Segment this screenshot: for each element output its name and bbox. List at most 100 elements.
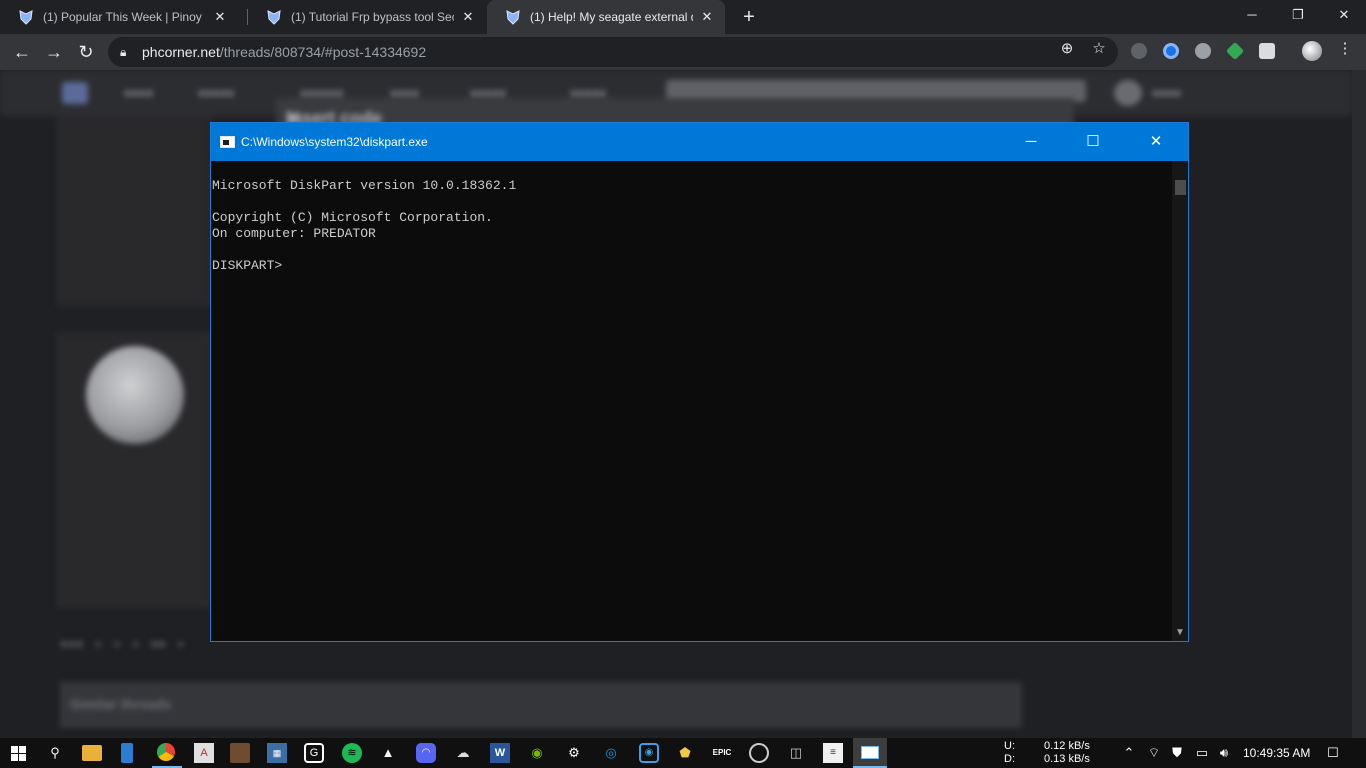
chevron-up-icon[interactable]: ⌃ (1121, 745, 1137, 761)
browser-tab-strip: (1) Popular This Week | Pinoy Inte ✕ (1)… (0, 0, 1366, 34)
g-app-icon[interactable]: G (304, 743, 324, 763)
notification-icon[interactable]: ☐ (1325, 745, 1341, 761)
browser-tab-3-active[interactable]: (1) Help! My seagate external dri ✕ (487, 0, 725, 34)
close-tab-icon[interactable]: ✕ (699, 9, 715, 25)
sync-extension-icon[interactable] (1163, 43, 1179, 59)
share-buttons-row: ■■■ ● ● ● ■■ ● (60, 636, 185, 651)
browser-tab-1[interactable]: (1) Popular This Week | Pinoy Inte ✕ (0, 0, 238, 34)
spotify-icon[interactable]: ≋ (342, 743, 362, 763)
upload-label: U: (1004, 740, 1015, 752)
pdf-reader-icon[interactable]: A (194, 743, 214, 763)
net-labels: U: D: (1004, 740, 1015, 766)
console-app-icon (220, 136, 235, 148)
console-title: C:\Windows\system32\diskpart.exe (241, 135, 428, 149)
calculator-app-icon[interactable]: ▦ (267, 743, 287, 763)
console-minimize-button[interactable]: ─ (1008, 123, 1054, 161)
download-label: D: (1004, 753, 1015, 765)
browser-close-button[interactable]: ✕ (1321, 0, 1366, 30)
image-extension-icon[interactable] (1259, 43, 1275, 59)
shield-icon[interactable]: ⛊ (1169, 745, 1185, 761)
download-speed: 0.13 kB/s (1044, 753, 1090, 765)
console-output[interactable]: Microsoft DiskPart version 10.0.18362.1 … (211, 161, 1173, 641)
browser-tab-2[interactable]: (1) Tutorial Frp bypass tool Secre ✕ (248, 0, 486, 34)
close-tab-icon[interactable]: ✕ (460, 9, 476, 25)
bookmark-star-icon[interactable]: ☆ (1090, 40, 1108, 58)
word-icon[interactable]: W (490, 743, 510, 763)
back-arrow-icon[interactable]: ← (10, 40, 34, 64)
address-bar[interactable]: 🔒︎ phcorner.net/threads/808734/#post-143… (108, 37, 1118, 67)
tab-title: (1) Help! My seagate external dri (530, 10, 693, 24)
wifi-icon[interactable]: ⌔ (1146, 745, 1162, 761)
windows-taskbar: ⚲ A ▦ G ≋ ▲ ◠ ☁ W ◉ ⚙ ◎ ◉ ⬟ EPIC ◫ ≡ U: … (0, 738, 1366, 768)
discord-icon[interactable]: ◠ (416, 743, 436, 763)
cloud-app-icon[interactable]: ☁ (453, 743, 473, 763)
scrollbar-thumb[interactable] (1175, 180, 1186, 195)
cmd-icon (861, 746, 879, 759)
phcorner-favicon-icon (267, 10, 281, 25)
chrome-icon[interactable] (157, 743, 175, 761)
search-icon[interactable]: ⚲ (45, 743, 65, 763)
vlc-cone-icon[interactable]: ▲ (378, 743, 398, 763)
origin-icon[interactable]: ◉ (639, 743, 659, 763)
leaf-extension-icon[interactable] (1225, 41, 1245, 61)
archive-app-icon[interactable] (230, 743, 250, 763)
phone-app-icon[interactable] (121, 743, 133, 763)
tab-title: (1) Tutorial Frp bypass tool Secre (291, 10, 454, 24)
nav-item: ■■■■ (1152, 86, 1181, 100)
nav-item: ■■■■ (124, 86, 153, 100)
browser-restore-button[interactable]: ❐ (1275, 0, 1321, 30)
media-app-icon[interactable]: ◫ (786, 743, 806, 763)
volume-icon[interactable]: 🔊︎ (1216, 745, 1232, 761)
taskbar-active-cmd[interactable] (853, 738, 887, 768)
site-logo (62, 82, 88, 104)
file-explorer-icon[interactable] (82, 745, 102, 761)
tab-title: (1) Popular This Week | Pinoy Inte (43, 10, 206, 24)
location-extension-icon[interactable] (1131, 43, 1147, 59)
profile-avatar[interactable] (1302, 41, 1322, 61)
console-line: On computer: PREDATOR (212, 226, 376, 241)
nvidia-icon[interactable]: ◉ (527, 743, 547, 763)
console-prompt: DISKPART> (212, 258, 283, 273)
chrome-menu-icon[interactable]: ⋮ (1336, 40, 1354, 58)
poster-avatar (86, 346, 184, 444)
new-tab-button[interactable]: + (737, 4, 761, 30)
close-tab-icon[interactable]: ✕ (212, 9, 228, 25)
diskpart-console-window: C:\Windows\system32\diskpart.exe ─ ☐ ✕ M… (210, 122, 1189, 642)
console-line: Microsoft DiskPart version 10.0.18362.1 (212, 178, 517, 193)
epic-games-icon[interactable]: EPIC (712, 743, 732, 763)
phcorner-favicon-icon (19, 10, 33, 25)
edge-icon[interactable] (749, 743, 769, 763)
adblock-extension-icon[interactable] (1195, 43, 1211, 59)
reload-icon[interactable]: ↻ (74, 40, 98, 64)
battery-icon[interactable]: ▭ (1194, 745, 1210, 761)
nav-item: ■■■■■ (198, 86, 235, 100)
browser-minimize-button[interactable]: ─ (1229, 0, 1275, 30)
similar-threads-header: Similar threads (60, 682, 1022, 728)
page-scrollbar[interactable] (1352, 70, 1366, 738)
uplay-icon[interactable]: ◎ (601, 743, 621, 763)
net-speeds: 0.12 kB/s 0.13 kB/s (1044, 740, 1090, 766)
pentagon-app-icon[interactable]: ⬟ (675, 743, 695, 763)
phcorner-favicon-icon (506, 10, 520, 25)
steam-icon[interactable]: ⚙ (564, 743, 584, 763)
windows-start-icon[interactable] (11, 746, 26, 761)
url-host: phcorner.net (142, 44, 220, 60)
forward-arrow-icon[interactable]: → (42, 40, 66, 64)
scroll-down-arrow-icon[interactable]: ▼ (1172, 625, 1188, 641)
system-clock[interactable]: 10:49:35 AM (1243, 746, 1310, 760)
notepad-icon[interactable]: ≡ (823, 743, 843, 763)
console-scrollbar[interactable]: ▼ (1172, 161, 1188, 641)
url-path: /threads/808734/#post-14334692 (219, 44, 427, 60)
post-sidebar (56, 116, 212, 306)
add-circle-icon[interactable]: ⊕ (1058, 40, 1076, 58)
console-maximize-button[interactable]: ☐ (1070, 123, 1116, 161)
user-avatar (1114, 80, 1142, 106)
console-line: Copyright (C) Microsoft Corporation. (212, 210, 493, 225)
lock-icon: 🔒︎ (120, 44, 127, 59)
browser-toolbar: ← → ↻ 🔒︎ phcorner.net/threads/808734/#po… (0, 34, 1366, 70)
console-close-button[interactable]: ✕ (1133, 123, 1179, 161)
section-title: Similar threads (70, 696, 172, 712)
console-title-bar[interactable]: C:\Windows\system32\diskpart.exe ─ ☐ ✕ (211, 123, 1188, 161)
